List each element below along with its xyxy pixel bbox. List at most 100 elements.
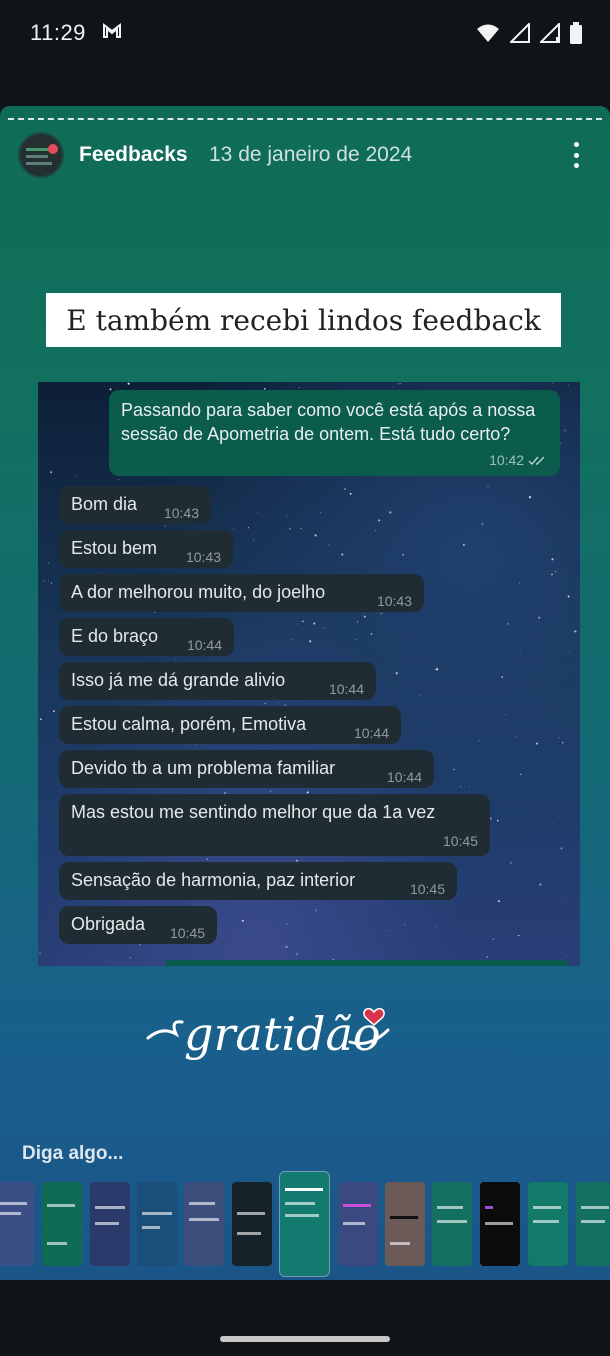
signal-icon — [508, 21, 530, 48]
star — [328, 544, 330, 546]
star — [291, 638, 293, 641]
incoming-message: E do braço 10:44 — [59, 618, 234, 656]
star — [269, 790, 272, 793]
message-time: 10:44 — [386, 769, 422, 785]
star — [481, 522, 484, 526]
star — [567, 955, 569, 958]
star — [43, 579, 46, 582]
signature-text: gratidão — [184, 1007, 381, 1061]
star — [487, 485, 489, 487]
more-options-icon[interactable] — [568, 142, 584, 168]
star — [75, 475, 77, 477]
incoming-message: Bom dia 10:43 — [59, 486, 211, 524]
incoming-message: A dor melhorou muito, do joelho 10:43 — [59, 574, 424, 612]
message-time: 10:43 — [185, 549, 221, 565]
star — [286, 515, 288, 517]
star — [164, 525, 166, 527]
star — [400, 383, 402, 385]
star — [419, 694, 421, 696]
star — [551, 573, 553, 576]
story-thumbnail[interactable] — [137, 1182, 177, 1266]
star — [81, 465, 83, 467]
message-time: 10:42 — [489, 452, 525, 468]
reply-input[interactable]: Diga algo... — [22, 1143, 123, 1165]
story-thumbnail[interactable] — [576, 1182, 610, 1266]
star — [564, 548, 566, 550]
story-thumbnail[interactable] — [42, 1182, 82, 1266]
avatar[interactable] — [18, 132, 64, 178]
star — [232, 527, 234, 529]
star — [277, 702, 279, 704]
star — [552, 823, 554, 824]
star — [380, 612, 383, 615]
star — [314, 534, 317, 537]
star — [561, 741, 564, 744]
star — [289, 527, 291, 530]
story-thumbnail[interactable] — [0, 1182, 34, 1266]
star — [139, 944, 141, 946]
message-text: A dor melhorou muito, do joelho — [71, 582, 326, 602]
star — [558, 737, 560, 739]
star — [552, 382, 554, 384]
star — [285, 945, 288, 948]
home-gesture-bar[interactable] — [220, 1336, 390, 1342]
star — [472, 622, 474, 624]
message-text: Mas estou me sentindo melhor que da 1a v… — [71, 802, 436, 822]
star — [560, 847, 563, 850]
story-header: Feedbacks 13 de janeiro de 2024 — [0, 132, 610, 184]
star — [501, 675, 504, 679]
star — [486, 955, 489, 958]
message-text: E do braço — [71, 626, 159, 646]
star — [489, 817, 492, 820]
story-viewer[interactable]: Feedbacks 13 de janeiro de 2024 E também… — [0, 106, 610, 1280]
chat-screenshot: Passando para saber como você está após … — [38, 382, 580, 966]
story-thumbnail-active[interactable] — [280, 1172, 329, 1276]
story-thumbnail[interactable] — [338, 1182, 378, 1266]
message-time: 10:43 — [376, 593, 412, 609]
star — [510, 862, 512, 864]
star — [129, 956, 132, 959]
message-time: 10:44 — [186, 637, 222, 653]
story-thumbnail[interactable] — [385, 1182, 425, 1266]
star — [453, 768, 455, 771]
story-title[interactable]: Feedbacks — [79, 143, 188, 167]
star — [378, 519, 381, 522]
star — [535, 742, 538, 745]
star — [539, 883, 542, 886]
message-text: Devido tb a um problema familiar — [71, 758, 336, 778]
star — [551, 558, 554, 561]
story-thumbnail[interactable] — [528, 1182, 568, 1266]
star — [39, 952, 41, 955]
chat-bottom-bubble-edge — [166, 960, 568, 966]
star — [50, 471, 53, 474]
star — [44, 524, 46, 526]
outgoing-message: Passando para saber como você está após … — [109, 390, 560, 476]
incoming-message: Obrigada 10:45 — [59, 906, 217, 944]
star — [395, 672, 398, 675]
incoming-message: Devido tb a um problema familiar 10:44 — [59, 750, 434, 788]
story-thumbnail[interactable] — [480, 1182, 520, 1266]
message-meta: 10:42 — [489, 452, 548, 468]
star — [343, 487, 347, 491]
star — [313, 622, 316, 625]
star — [555, 571, 557, 573]
star — [460, 786, 462, 788]
battery-icon — [570, 22, 582, 49]
message-time: 10:45 — [169, 925, 205, 941]
story-thumbnail[interactable] — [432, 1182, 472, 1266]
star — [109, 388, 112, 391]
star — [565, 485, 567, 487]
star — [256, 511, 259, 514]
star — [528, 496, 532, 499]
star — [519, 652, 521, 655]
star — [569, 651, 571, 653]
star — [530, 821, 532, 823]
star — [469, 786, 470, 787]
story-thumbnail[interactable] — [232, 1182, 272, 1266]
message-time: 10:45 — [409, 881, 445, 897]
incoming-message: Estou calma, porém, Emotiva 10:44 — [59, 706, 401, 744]
story-thumbnail[interactable] — [184, 1182, 224, 1266]
story-thumbnail[interactable] — [90, 1182, 130, 1266]
star — [518, 582, 521, 584]
star — [564, 429, 567, 432]
